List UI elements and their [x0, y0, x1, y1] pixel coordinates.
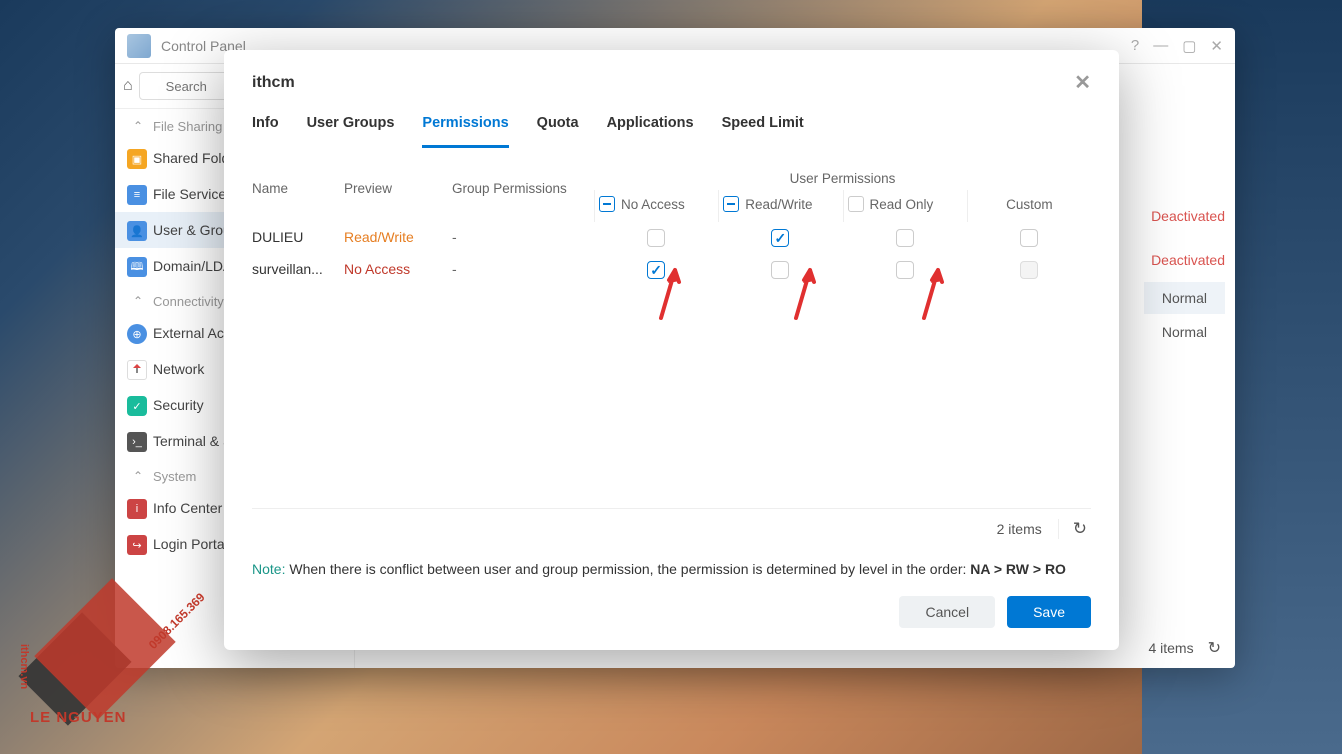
- minimize-icon[interactable]: —: [1153, 37, 1168, 55]
- control-panel-icon: [127, 34, 151, 58]
- tab-speed-limit[interactable]: Speed Limit: [722, 109, 804, 148]
- tab-user-groups[interactable]: User Groups: [307, 109, 395, 148]
- home-icon[interactable]: ⌂: [123, 73, 133, 99]
- login-icon: ↪: [127, 535, 147, 555]
- tab-applications[interactable]: Applications: [607, 109, 694, 148]
- row-name: DULIEU: [252, 229, 344, 247]
- note: Note: When there is conflict between use…: [252, 549, 1091, 596]
- table-row: DULIEU Read/Write -: [252, 222, 1091, 254]
- permissions-table: Name Preview Group Permissions User Perm…: [252, 163, 1091, 508]
- row-preview: No Access: [344, 261, 452, 279]
- header-read-write: Read/Write: [745, 197, 812, 212]
- dialog-close-button[interactable]: ✕: [1074, 70, 1091, 95]
- custom-checkbox[interactable]: [1020, 261, 1038, 279]
- read-write-checkbox[interactable]: [771, 261, 789, 279]
- status-normal: Normal: [1144, 316, 1225, 348]
- help-icon[interactable]: ?: [1131, 37, 1139, 55]
- permissions-dialog: ithcm ✕ Info User Groups Permissions Quo…: [224, 50, 1119, 650]
- row-preview: Read/Write: [344, 229, 452, 247]
- globe-icon: ⊕: [127, 324, 147, 344]
- file-icon: ≡: [127, 185, 147, 205]
- header-user-permissions: User Permissions: [594, 163, 1091, 190]
- refresh-icon[interactable]: ↻: [1058, 519, 1091, 539]
- custom-checkbox[interactable]: [1020, 229, 1038, 247]
- header-name: Name: [252, 163, 344, 222]
- select-all-read-write-checkbox[interactable]: [723, 196, 739, 212]
- tab-info[interactable]: Info: [252, 109, 279, 148]
- header-preview: Preview: [344, 163, 452, 222]
- dialog-tabs: Info User Groups Permissions Quota Appli…: [224, 109, 1119, 149]
- no-access-checkbox[interactable]: [647, 261, 665, 279]
- domain-icon: 🕮: [127, 257, 147, 277]
- info-icon: i: [127, 499, 147, 519]
- save-button[interactable]: Save: [1007, 596, 1091, 628]
- user-icon: 👤: [127, 221, 147, 241]
- dialog-title: ithcm: [252, 74, 1074, 92]
- refresh-icon[interactable]: ↻: [1208, 638, 1221, 658]
- header-no-access: No Access: [621, 197, 685, 212]
- note-order: NA > RW > RO: [970, 561, 1066, 577]
- table-row: surveillan... No Access -: [252, 254, 1091, 286]
- close-icon[interactable]: ✕: [1210, 37, 1223, 55]
- status-deactivated: Deactivated: [1151, 194, 1225, 238]
- terminal-icon: ›_: [127, 432, 147, 452]
- items-count: 4 items: [1148, 640, 1193, 656]
- tab-permissions[interactable]: Permissions: [422, 109, 508, 148]
- read-write-checkbox[interactable]: [771, 229, 789, 247]
- read-only-checkbox[interactable]: [896, 261, 914, 279]
- row-name: surveillan...: [252, 261, 344, 279]
- header-group-permissions: Group Permissions: [452, 163, 594, 222]
- folder-icon: ▣: [127, 149, 147, 169]
- cancel-button[interactable]: Cancel: [899, 596, 995, 628]
- select-all-read-only-checkbox[interactable]: [848, 196, 864, 212]
- items-count: 2 items: [997, 521, 1042, 537]
- row-group: -: [452, 261, 594, 279]
- shield-icon: ✓: [127, 396, 147, 416]
- select-all-no-access-checkbox[interactable]: [599, 196, 615, 212]
- maximize-icon[interactable]: ▢: [1182, 37, 1196, 55]
- watermark-site: ithcm.vn: [18, 644, 30, 689]
- row-group: -: [452, 229, 594, 247]
- watermark-brand: LE NGUYEN: [30, 709, 127, 726]
- status-deactivated: Deactivated: [1151, 238, 1225, 282]
- network-icon: [127, 360, 147, 380]
- tab-quota[interactable]: Quota: [537, 109, 579, 148]
- status-normal: Normal: [1144, 282, 1225, 314]
- header-custom: Custom: [1006, 197, 1053, 212]
- note-label: Note:: [252, 561, 285, 577]
- header-read-only: Read Only: [870, 197, 934, 212]
- no-access-checkbox[interactable]: [647, 229, 665, 247]
- read-only-checkbox[interactable]: [896, 229, 914, 247]
- note-text: When there is conflict between user and …: [289, 561, 966, 577]
